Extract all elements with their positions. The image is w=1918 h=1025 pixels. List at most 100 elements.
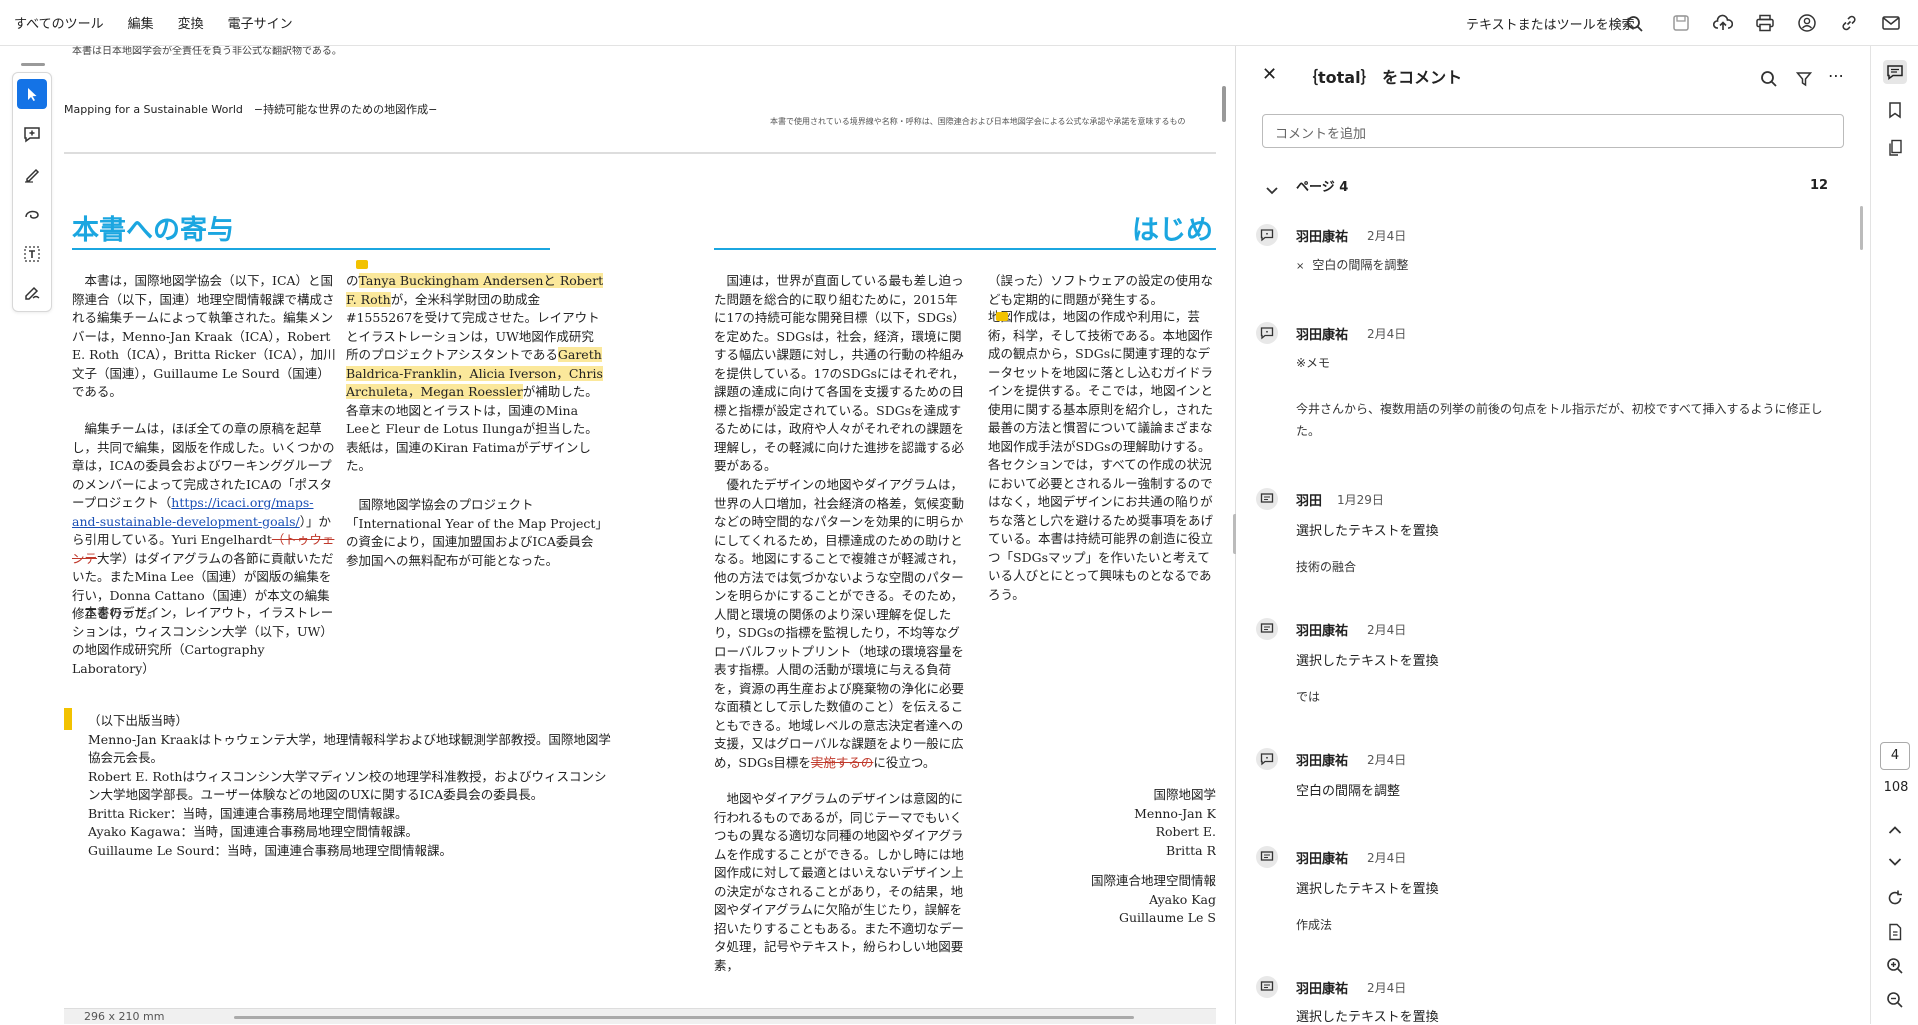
authors-note: （以下出版当時） Menno-Jan Kraakはトゥウェンテ大学，地理情報科学… xyxy=(88,712,618,860)
panel-title: ｛total｝ をコメント xyxy=(1302,68,1463,87)
comment-marker-icon[interactable] xyxy=(356,260,368,269)
intro-paragraph-5: 地図作成は，地図の作成や利用に，芸術，科学，そして技術である。本地図作成の観点か… xyxy=(988,309,1214,602)
rotate-icon[interactable] xyxy=(1883,886,1907,910)
comment-marker-icon[interactable] xyxy=(64,708,72,730)
chevron-up-icon[interactable] xyxy=(1883,818,1907,842)
share-user-icon[interactable] xyxy=(1796,12,1818,34)
top-bar: すべてのツール 編集 変換 電子サイン テキストまたはツールを検索 xyxy=(0,0,1918,46)
chevron-down-icon[interactable] xyxy=(1266,180,1278,199)
zoom-in-icon[interactable] xyxy=(1883,954,1907,978)
comment-author: 羽田康祐 xyxy=(1296,754,1349,769)
page-size-bar: 296 x 210 mm xyxy=(64,1008,1216,1024)
quick-tools xyxy=(12,63,52,312)
total-pages-label: 108 xyxy=(1883,780,1909,795)
comment-author: 羽田康祐 xyxy=(1296,982,1349,997)
menu-edit[interactable]: 編集 xyxy=(128,13,154,32)
contrib-paragraph-2: 編集チームは，ほぼ全ての章の原稿を起草し，共同で編集，図版を作成した。いくつかの… xyxy=(72,421,335,621)
comment-text: ※メモ xyxy=(1296,356,1331,370)
running-header-left: Mapping for a Sustainable World −持続可能な世界… xyxy=(64,103,438,116)
strikethrough-edit[interactable]: 実施するの xyxy=(811,755,874,770)
comment-text: 選択したテキストを置換 xyxy=(1296,882,1439,897)
sign-tool-icon[interactable] xyxy=(17,277,47,307)
comments-scrollbar[interactable] xyxy=(1860,206,1863,250)
search-icon[interactable] xyxy=(1760,70,1778,92)
comment-date: 2月4日 xyxy=(1367,327,1407,341)
top-note: 本書は日本地図学会が全責任を負う非公式な翻訳物である。 xyxy=(72,46,342,57)
current-page-input[interactable]: 4 xyxy=(1880,742,1910,770)
comments-panel: ✕ ｛total｝ をコメント ⋯ コメントを追加 ページ 4 12 羽田康祐 … xyxy=(1236,46,1870,1025)
page-size-label: 296 x 210 mm xyxy=(84,1010,165,1023)
pages-icon[interactable] xyxy=(1883,136,1907,160)
page-fit-icon[interactable] xyxy=(1883,920,1907,944)
document-view[interactable]: 本書は日本地図学会が全責任を負う非公式な翻訳物である。 Mapping for … xyxy=(64,46,1216,1010)
comment-note-icon xyxy=(1256,322,1278,344)
comment-body: 今井さんから、複数用語の列挙の前後の句点をトル指示だが、初校ですべて挿入するよう… xyxy=(1296,402,1823,438)
menu-e-sign[interactable]: 電子サイン xyxy=(228,13,293,32)
comment-note-icon xyxy=(1256,748,1278,770)
author-line-ricker: Britta Ricker：当時，国連連合事務局地理空間情報課。 xyxy=(88,805,408,821)
author-line-roth: Robert E. Rothはウィスコンシン大学マディソン校の地理学科准教授，お… xyxy=(88,768,607,803)
filter-icon[interactable] xyxy=(1795,71,1813,91)
signature-block: 国際地図学 Menno-Jan K Robert E. Britta R 国際連… xyxy=(1090,787,1216,925)
zoom-out-icon[interactable] xyxy=(1883,988,1907,1012)
comment-author: 羽田康祐 xyxy=(1296,328,1349,343)
comments-panel-icon[interactable] xyxy=(1883,60,1907,84)
intro-paragraph-3: 地図やダイアグラムのデザインは意図的に行われるものであるが，同じテーマでもいくつ… xyxy=(714,791,965,973)
comments-page-heading[interactable]: ページ 4 xyxy=(1296,176,1348,195)
menu-all-tools[interactable]: すべてのツール xyxy=(14,13,104,32)
comment-text: × 空白の間隔を調整 xyxy=(1296,258,1409,272)
comment-date: 2月4日 xyxy=(1367,981,1407,995)
section-heading-intro: はじめ xyxy=(1132,215,1213,246)
comment-marker-icon[interactable] xyxy=(996,312,1008,321)
highlight-pen-icon[interactable] xyxy=(17,159,47,189)
running-header-right: 本書で使用されている境界線や名称・呼称は、国際連合および日本地図学会による公式な… xyxy=(770,117,1186,126)
chevron-down-icon[interactable] xyxy=(1883,850,1907,874)
contrib-paragraph-1: 本書は，国際地図学協会（以下，ICA）と国際連合（以下，国連）地理空間情報課で構… xyxy=(72,273,336,399)
link-icon[interactable] xyxy=(1838,12,1860,34)
intro-paragraph-2: 優れたデザインの地図やダイアグラムは，世界の人口増加，社会経済の格差，気候変動な… xyxy=(714,477,965,770)
add-comment-tool-icon[interactable] xyxy=(17,119,47,149)
select-tool-icon[interactable] xyxy=(17,79,47,109)
author-line-lesourd: Guillaume Le Sourd：当時，国連連合事務局地理空間情報課。 xyxy=(88,842,453,858)
cloud-upload-icon[interactable] xyxy=(1712,12,1734,34)
replace-text-icon xyxy=(1256,618,1278,640)
comment-date: 2月4日 xyxy=(1367,851,1407,865)
vertical-scrollbar[interactable] xyxy=(1222,86,1226,122)
authors-note-title: （以下出版当時） xyxy=(88,713,189,728)
save-icon[interactable] xyxy=(1670,12,1692,34)
toolbox-grip[interactable] xyxy=(21,63,45,66)
top-icon-group xyxy=(1670,12,1902,34)
comment-body: 作成法 xyxy=(1296,918,1333,932)
menu-convert[interactable]: 変換 xyxy=(178,13,204,32)
close-icon[interactable]: ✕ xyxy=(1262,64,1277,85)
comment-date: 1月29日 xyxy=(1337,493,1384,507)
comment-date: 2月4日 xyxy=(1367,229,1407,243)
heading-rule-left xyxy=(72,248,550,250)
mail-icon[interactable] xyxy=(1880,12,1902,34)
comment-date: 2月4日 xyxy=(1367,753,1407,767)
replace-text-icon xyxy=(1256,976,1278,998)
author-line-kraak: Menno-Jan Kraakはトゥウェンテ大学，地理情報科学および地球観測学部… xyxy=(88,731,611,766)
header-rule xyxy=(64,152,1216,154)
search-icon[interactable] xyxy=(1624,13,1646,35)
comment-date: 2月4日 xyxy=(1367,623,1407,637)
freehand-draw-icon[interactable] xyxy=(17,199,47,229)
horizontal-scrollbar[interactable] xyxy=(234,1016,1134,1019)
more-options-icon[interactable]: ⋯ xyxy=(1828,66,1844,85)
bookmark-icon[interactable] xyxy=(1883,98,1907,122)
comment-text: 選択したテキストを置換 xyxy=(1296,524,1439,539)
comment-author: 羽田 xyxy=(1296,494,1323,509)
intro-paragraph-1: 国連は，世界が直面している最も差し迫った問題を総合的に取り組むために，2015年… xyxy=(714,273,965,473)
heading-rule-right xyxy=(714,248,1216,250)
comments-page-count: 12 xyxy=(1810,178,1829,193)
comment-author: 羽田康祐 xyxy=(1296,230,1349,245)
comment-text: 選択したテキストを置換 xyxy=(1296,1010,1439,1025)
add-comment-input[interactable]: コメントを追加 xyxy=(1262,114,1844,148)
right-rail: 4 108 xyxy=(1870,46,1918,1024)
text-recognition-icon[interactable] xyxy=(17,239,47,269)
contrib-paragraph-4: のTanya Buckingham Andersenと Robert F. Ro… xyxy=(346,273,604,473)
tool-search-label[interactable]: テキストまたはツールを検索 xyxy=(1466,14,1635,33)
author-line-kagawa: Ayako Kagawa：当時，国連連合事務局地理空間情報課。 xyxy=(88,824,419,839)
print-icon[interactable] xyxy=(1754,12,1776,34)
intro-paragraph-4: （誤った）ソフトウェアの設定の使用なども定期的に問題が発生する。 xyxy=(988,273,1214,307)
